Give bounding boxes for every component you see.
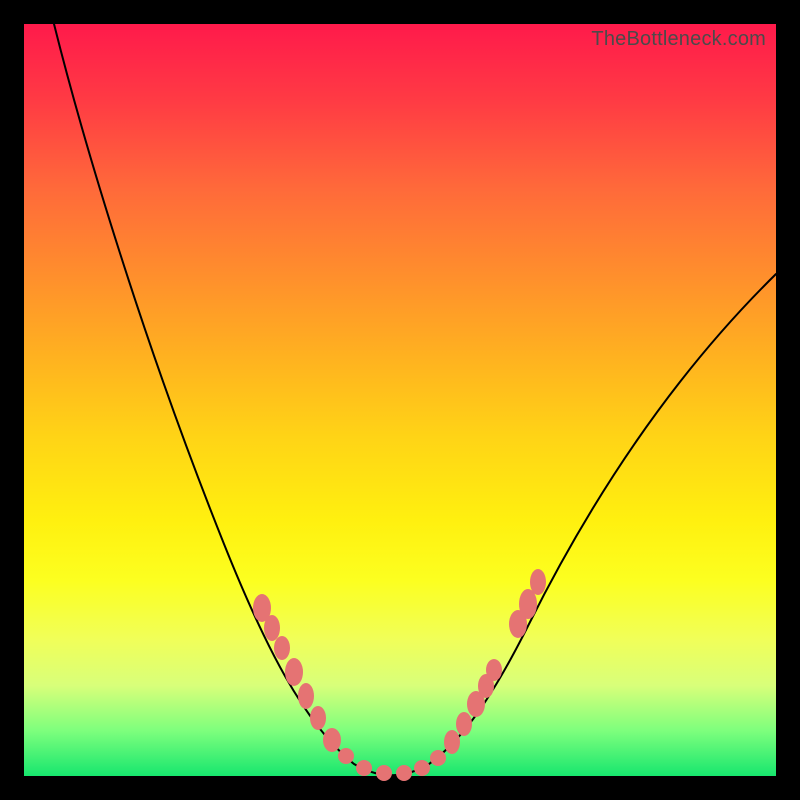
marker-left-3: [274, 636, 290, 660]
bottleneck-curve: [54, 24, 776, 775]
marker-valley-3: [376, 765, 392, 781]
marker-left-5: [298, 683, 314, 709]
marker-left-7: [323, 728, 341, 752]
marker-valley-4: [396, 765, 412, 781]
marker-valley-1: [338, 748, 354, 764]
chart-frame: TheBottleneck.com: [0, 0, 800, 800]
marker-valley-2: [356, 760, 372, 776]
marker-valley-6: [430, 750, 446, 766]
marker-valley-5: [414, 760, 430, 776]
marker-right-1: [444, 730, 460, 754]
marker-right-5: [486, 659, 502, 681]
marker-right-8: [530, 569, 546, 595]
marker-left-4: [285, 658, 303, 686]
marker-right-2: [456, 712, 472, 736]
chart-svg: [24, 24, 776, 776]
marker-left-6: [310, 706, 326, 730]
chart-plot-area: TheBottleneck.com: [24, 24, 776, 776]
marker-left-2: [264, 615, 280, 641]
